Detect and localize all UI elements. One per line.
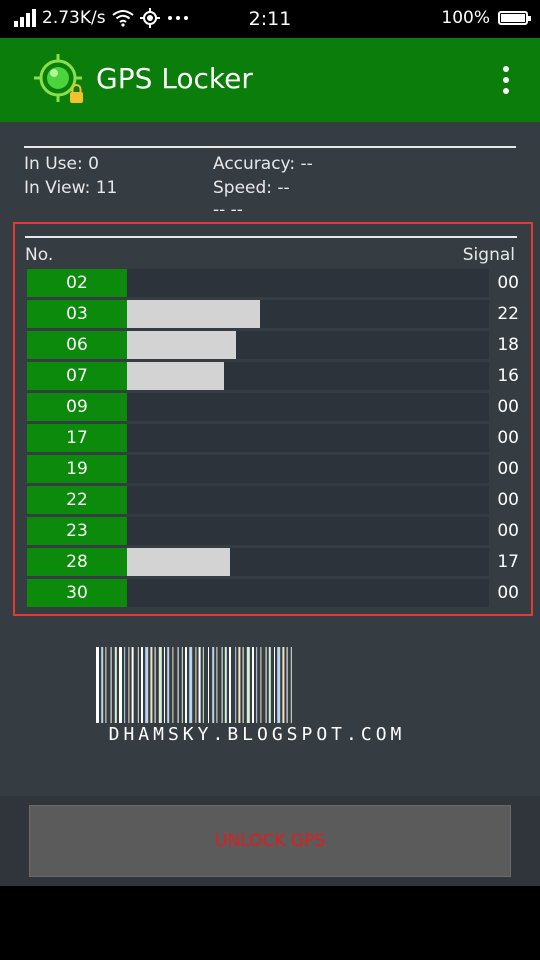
- speed-label: Speed: --: [213, 178, 290, 198]
- satellite-row: 02 00: [27, 268, 519, 299]
- signal-bar: [127, 548, 230, 576]
- app-bar: GPS Locker: [0, 38, 540, 122]
- satellite-row: 28 17: [27, 547, 519, 578]
- bottom-area: UNLOCK GPS: [0, 796, 540, 886]
- satellite-number: 28: [27, 548, 127, 576]
- extra-label: -- --: [213, 200, 243, 220]
- satellite-row: 17 00: [27, 423, 519, 454]
- satellite-row: 07 16: [27, 361, 519, 392]
- satellite-row: 03 22: [27, 299, 519, 330]
- signal-value: 00: [497, 428, 519, 448]
- signal-bar: [127, 331, 236, 359]
- barcode-logo-icon: [96, 647, 292, 723]
- satellite-number: 09: [27, 393, 127, 421]
- signal-value: 00: [497, 490, 519, 510]
- battery-percent: 100%: [441, 8, 490, 28]
- signal-track: [127, 579, 489, 607]
- satellite-number: 02: [27, 269, 127, 297]
- signal-track: [127, 424, 489, 452]
- satellite-number: 22: [27, 486, 127, 514]
- unlock-gps-button[interactable]: UNLOCK GPS: [29, 805, 511, 877]
- satellite-row: 23 00: [27, 516, 519, 547]
- signal-track: [127, 455, 489, 483]
- signal-track: [127, 393, 489, 421]
- signal-value: 22: [497, 304, 519, 324]
- app-title: GPS Locker: [96, 62, 253, 95]
- satellite-number: 07: [27, 362, 127, 390]
- signal-track: [127, 486, 489, 514]
- satellite-row: 19 00: [27, 454, 519, 485]
- battery-icon: [498, 11, 531, 25]
- satellite-row: 30 00: [27, 578, 519, 609]
- signal-value: 16: [497, 366, 519, 386]
- satellite-row: 22 00: [27, 485, 519, 516]
- satellite-number: 17: [27, 424, 127, 452]
- accuracy-label: Accuracy: --: [213, 154, 313, 174]
- signal-value: 00: [497, 273, 519, 293]
- satellite-row: 09 00: [27, 392, 519, 423]
- satellite-row: 06 18: [27, 330, 519, 361]
- satellite-rows: 02 00 03 22 06 18 07 16 09 00 17 00 19 00 22 00 23 00 28 17…: [27, 268, 519, 609]
- in-use-label: In Use: 0: [24, 154, 99, 174]
- signal-value: 00: [497, 397, 519, 417]
- footer-url: DHAMSKY.BLOGSPOT.COM: [108, 724, 406, 745]
- in-view-label: In View: 11: [24, 178, 118, 198]
- status-right: 100%: [441, 8, 531, 28]
- satellite-list-box: No. Signal 02 00 03 22 06 18 07 16 09 00 17 00 19 00 2…: [13, 222, 533, 616]
- status-bar: 2.73K/s 2:11 100%: [0, 0, 540, 38]
- signal-bar: [127, 300, 260, 328]
- signal-track: [127, 269, 489, 297]
- satellite-list-header: No. Signal: [25, 245, 515, 265]
- signal-bar: [127, 362, 224, 390]
- signal-value: 00: [497, 521, 519, 541]
- signal-value: 18: [497, 335, 519, 355]
- satellite-number: 06: [27, 331, 127, 359]
- signal-value: 00: [497, 583, 519, 603]
- signal-value: 00: [497, 459, 519, 479]
- main-content: In Use: 0 In View: 11 Accuracy: -- Speed…: [0, 122, 540, 796]
- list-divider: [25, 236, 517, 238]
- top-divider: [24, 146, 516, 148]
- overflow-menu-icon[interactable]: [502, 66, 510, 94]
- signal-value: 17: [497, 552, 519, 572]
- satellite-number: 19: [27, 455, 127, 483]
- satellite-number: 23: [27, 517, 127, 545]
- header-no: No.: [25, 245, 54, 265]
- gps-locker-logo-icon: [34, 54, 83, 103]
- signal-track: [127, 517, 489, 545]
- satellite-number: 03: [27, 300, 127, 328]
- header-signal: Signal: [462, 245, 515, 265]
- satellite-number: 30: [27, 579, 127, 607]
